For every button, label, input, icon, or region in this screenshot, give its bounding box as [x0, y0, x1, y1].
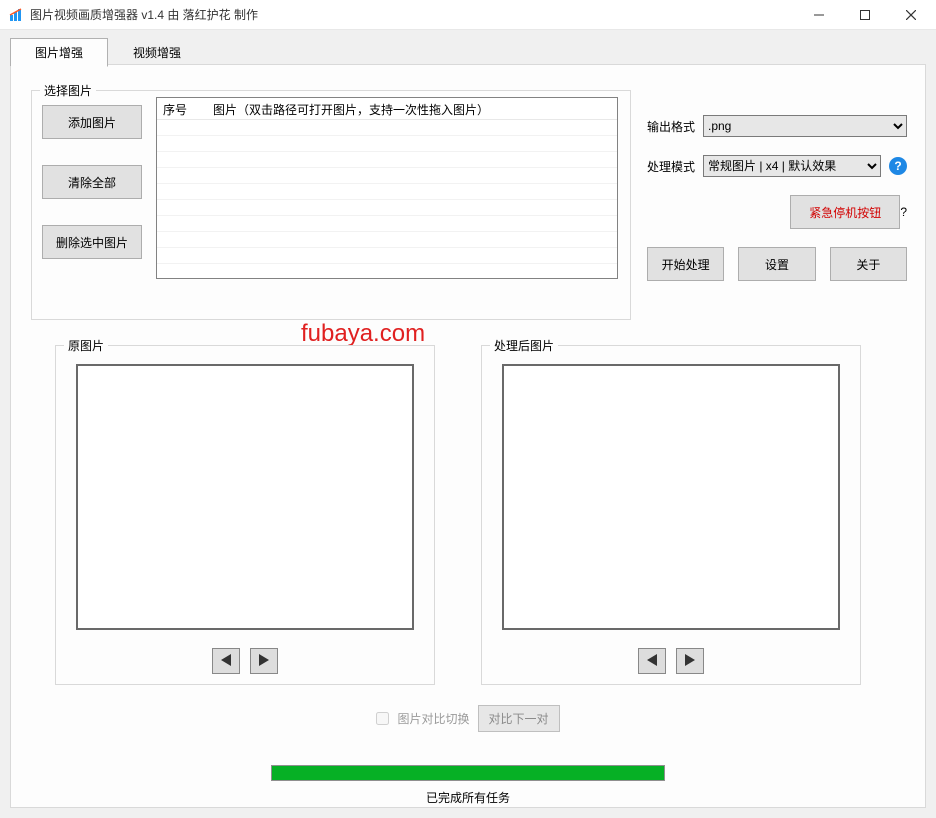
processed-legend: 处理后图片 — [490, 337, 558, 354]
triangle-left-icon — [221, 654, 231, 669]
list-row — [157, 216, 617, 232]
group-processed-image: 处理后图片 — [481, 345, 861, 685]
clear-all-button[interactable]: 清除全部 — [42, 165, 142, 199]
titlebar: 图片视频画质增强器 v1.4 由 落红护花 制作 — [0, 0, 936, 30]
emergency-stop-button[interactable]: 紧急停机按钮 — [790, 195, 900, 229]
output-format-select[interactable]: .png — [703, 115, 907, 137]
process-mode-label: 处理模式 — [647, 158, 703, 175]
triangle-right-icon — [685, 654, 695, 669]
start-process-button[interactable]: 开始处理 — [647, 247, 724, 281]
minimize-button[interactable] — [796, 0, 842, 30]
list-row — [157, 168, 617, 184]
group-original-image: 原图片 — [55, 345, 435, 685]
compare-toggle-checkbox[interactable] — [376, 712, 389, 725]
list-row — [157, 152, 617, 168]
list-row — [157, 200, 617, 216]
progress-bar — [271, 765, 665, 781]
help-icon[interactable]: ? — [900, 205, 907, 219]
settings-button[interactable]: 设置 — [738, 247, 815, 281]
next-processed-button[interactable] — [676, 648, 704, 674]
compare-next-button[interactable]: 对比下一对 — [478, 705, 560, 732]
delete-selected-button[interactable]: 删除选中图片 — [42, 225, 142, 259]
processed-image-box — [502, 364, 840, 630]
tab-bar: 图片增强 视频增强 — [10, 38, 206, 67]
help-icon[interactable]: ? — [889, 157, 907, 175]
list-row — [157, 120, 617, 136]
tab-video-enhance[interactable]: 视频增强 — [108, 38, 206, 67]
original-legend: 原图片 — [64, 337, 108, 354]
progress-fill — [272, 766, 664, 780]
list-row — [157, 232, 617, 248]
list-row — [157, 248, 617, 264]
listview-body[interactable] — [157, 120, 617, 264]
next-original-button[interactable] — [250, 648, 278, 674]
prev-processed-button[interactable] — [638, 648, 666, 674]
watermark-text: fubaya.com — [301, 320, 425, 348]
column-index[interactable]: 序号 — [157, 98, 207, 119]
about-button[interactable]: 关于 — [830, 247, 907, 281]
client-area: 图片增强 视频增强 选择图片 添加图片 清除全部 删除选中图片 序号 图片（双击… — [0, 30, 936, 818]
app-icon — [8, 7, 24, 23]
process-mode-select[interactable]: 常规图片 | x4 | 默认效果 — [703, 155, 881, 177]
compare-toggle-label: 图片对比切换 — [397, 710, 469, 727]
original-image-box — [76, 364, 414, 630]
triangle-left-icon — [647, 654, 657, 669]
tab-image-enhance[interactable]: 图片增强 — [10, 38, 108, 67]
window-title: 图片视频画质增强器 v1.4 由 落红护花 制作 — [30, 6, 258, 23]
column-path[interactable]: 图片（双击路径可打开图片，支持一次性拖入图片） — [207, 98, 495, 119]
status-text: 已完成所有任务 — [11, 789, 925, 806]
close-button[interactable] — [888, 0, 934, 30]
output-format-label: 输出格式 — [647, 118, 703, 135]
listview-header: 序号 图片（双击路径可打开图片，支持一次性拖入图片） — [157, 98, 617, 120]
main-panel: 选择图片 添加图片 清除全部 删除选中图片 序号 图片（双击路径可打开图片，支持… — [10, 64, 926, 808]
options-area: 输出格式 .png 处理模式 常规图片 | x4 | 默认效果 ? 紧急停机按钮… — [647, 115, 907, 281]
list-row — [157, 184, 617, 200]
group-select-image: 选择图片 添加图片 清除全部 删除选中图片 序号 图片（双击路径可打开图片，支持… — [31, 90, 631, 320]
maximize-button[interactable] — [842, 0, 888, 30]
list-row — [157, 136, 617, 152]
image-listview[interactable]: 序号 图片（双击路径可打开图片，支持一次性拖入图片） — [156, 97, 618, 279]
triangle-right-icon — [259, 654, 269, 669]
prev-original-button[interactable] — [212, 648, 240, 674]
group-select-legend: 选择图片 — [40, 82, 96, 99]
add-image-button[interactable]: 添加图片 — [42, 105, 142, 139]
compare-controls: 图片对比切换 对比下一对 — [11, 705, 925, 732]
